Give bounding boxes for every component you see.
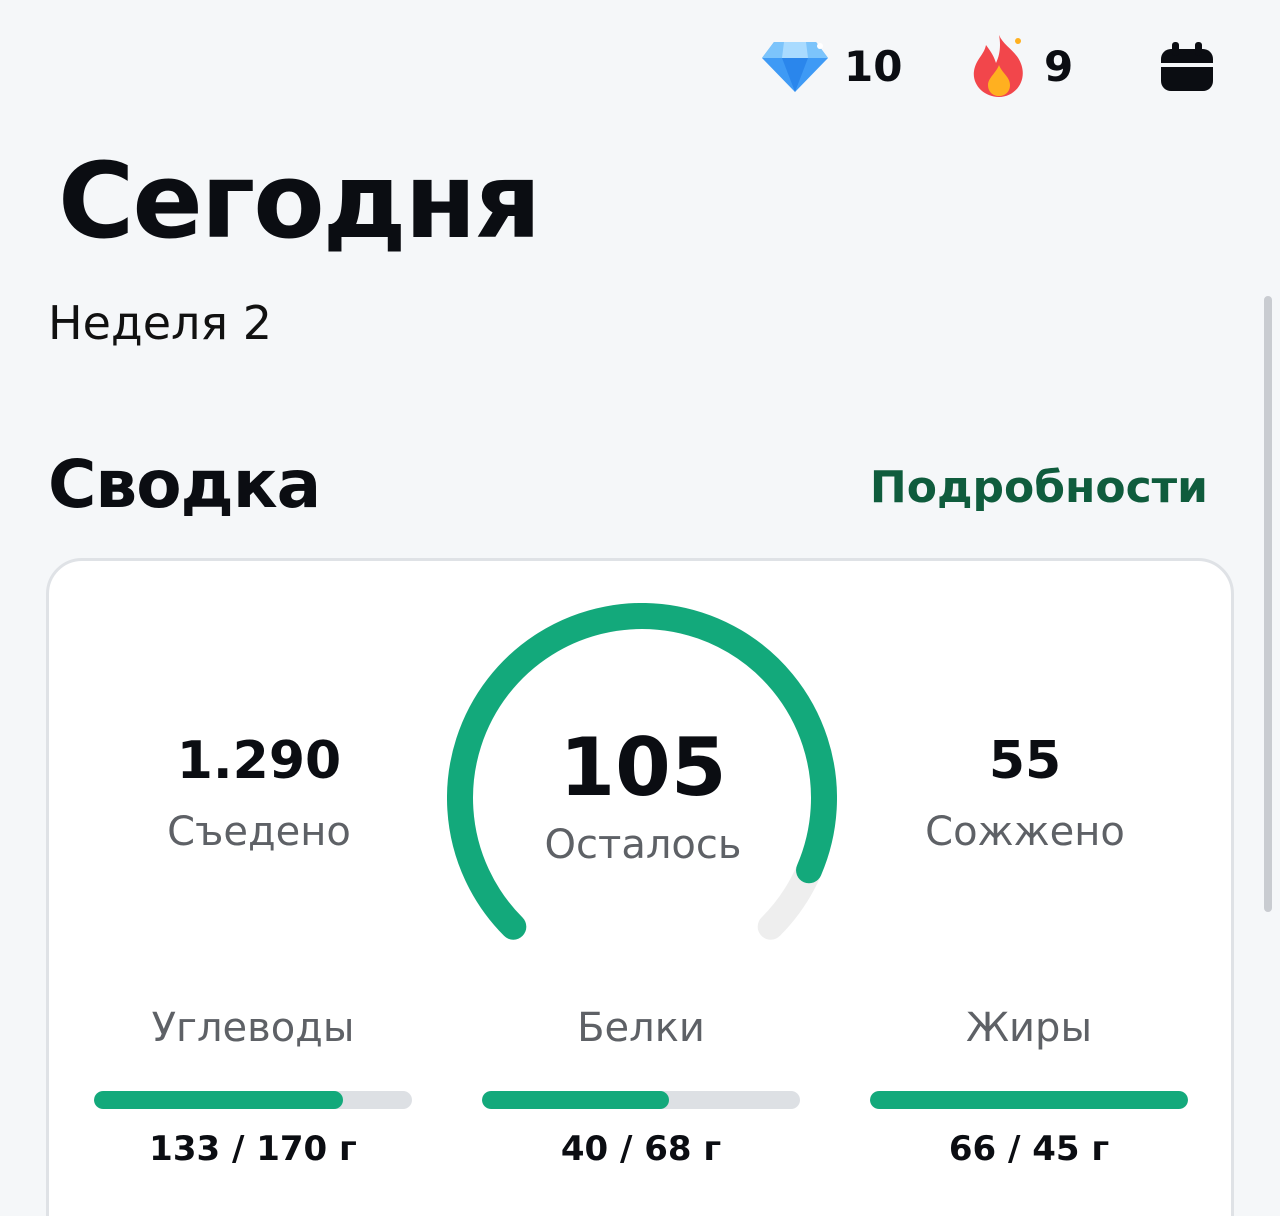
scrollbar[interactable] — [1264, 296, 1272, 912]
macro-value: 133 / 170 г — [149, 1129, 357, 1169]
macro-progress-fill — [94, 1091, 343, 1109]
remaining-block: 105 Осталось — [493, 721, 793, 868]
macro-name: Углеводы — [151, 1005, 355, 1051]
macro-progress-fill — [870, 1091, 1188, 1109]
macro-fat: Жиры 66 / 45 г — [869, 1005, 1189, 1169]
calendar-button[interactable] — [1156, 36, 1218, 98]
macro-carbs: Углеводы 133 / 170 г — [93, 1005, 413, 1169]
streak-counter[interactable]: 9 — [968, 30, 1073, 102]
macro-name: Жиры — [965, 1005, 1093, 1051]
burned-value: 55 — [988, 731, 1062, 791]
macro-value: 40 / 68 г — [560, 1129, 722, 1169]
week-label: Неделя 2 — [48, 296, 272, 350]
eaten-label: Съедено — [167, 809, 351, 855]
macro-progress-bar — [482, 1091, 800, 1109]
gems-counter[interactable]: 10 — [760, 30, 902, 102]
macro-progress-fill — [482, 1091, 670, 1109]
streak-count: 9 — [1044, 41, 1074, 91]
details-link[interactable]: Подробности — [870, 462, 1208, 513]
summary-card: 1.290 Съедено 105 Осталось 55 Сожжено Уг… — [46, 558, 1234, 1216]
eaten-block: 1.290 Съедено — [109, 731, 409, 855]
calendar-icon — [1161, 42, 1213, 91]
remaining-value: 105 — [559, 721, 727, 814]
top-bar: 10 9 — [0, 30, 1280, 102]
fire-icon — [973, 35, 1023, 97]
burned-block: 55 Сожжено — [875, 731, 1175, 855]
gems-count: 10 — [844, 41, 903, 91]
summary-title: Сводка — [48, 446, 321, 523]
macro-progress-bar — [94, 1091, 412, 1109]
burned-label: Сожжено — [925, 809, 1125, 855]
macro-value: 66 / 45 г — [948, 1129, 1110, 1169]
eaten-value: 1.290 — [176, 731, 342, 791]
macro-protein: Белки 40 / 68 г — [481, 1005, 801, 1169]
diamond-icon — [762, 42, 828, 92]
page-title: Сегодня — [58, 140, 541, 262]
macro-progress-bar — [870, 1091, 1188, 1109]
macro-name: Белки — [577, 1005, 705, 1051]
remaining-label: Осталось — [544, 822, 742, 868]
